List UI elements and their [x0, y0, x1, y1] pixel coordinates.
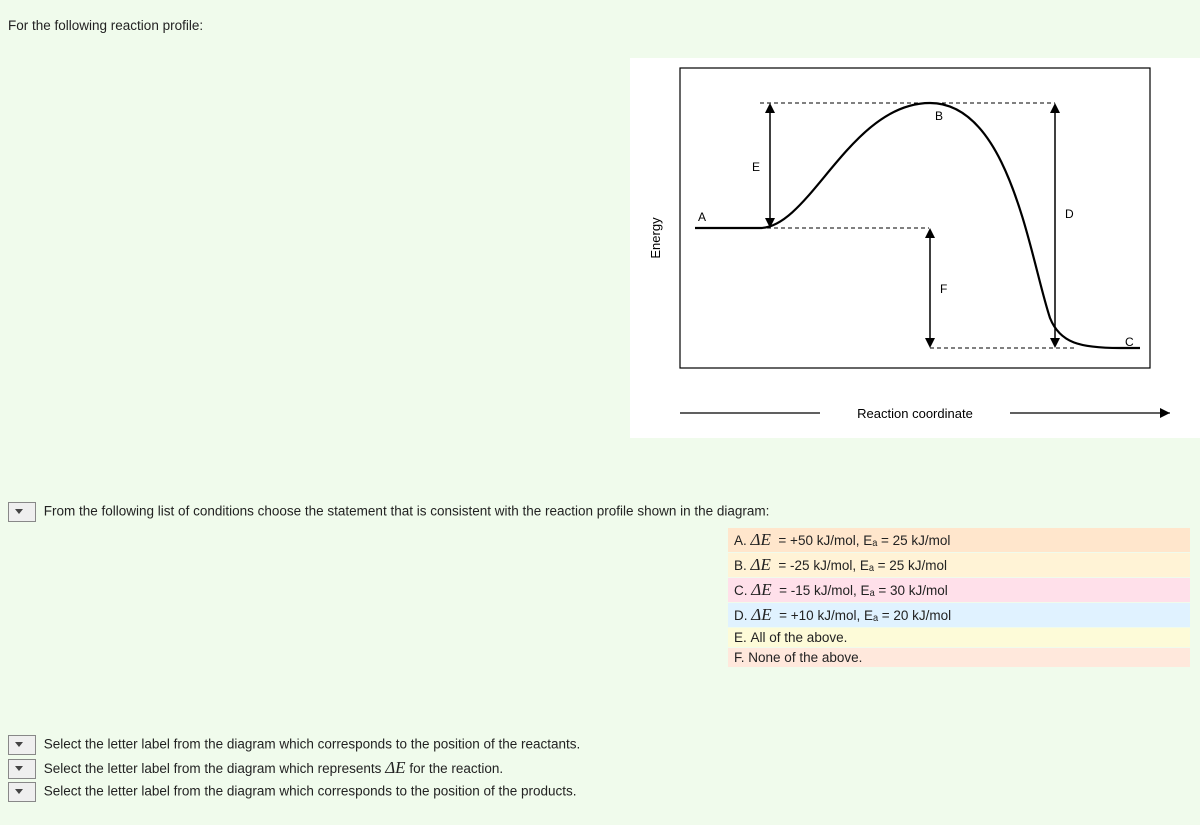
delta-e-symbol: ΔE	[385, 758, 405, 777]
chevron-down-icon	[15, 509, 23, 514]
q2-dropdown[interactable]	[8, 735, 36, 755]
label-B: B	[935, 109, 943, 123]
reaction-profile-diagram: Energy Reaction coordinate E F D A B	[630, 58, 1200, 438]
option-D: D. ΔE = +10 kJ/mol, Eₐ = 20 kJ/mol	[728, 603, 1190, 627]
answer-options: A. ΔE = +50 kJ/mol, Eₐ = 25 kJ/mol B. ΔE…	[728, 528, 1190, 667]
chevron-down-icon	[15, 742, 23, 747]
option-C: C. ΔE = -15 kJ/mol, Eₐ = 30 kJ/mol	[728, 578, 1190, 602]
question-3: Select the letter label from the diagram…	[8, 758, 580, 779]
label-D: D	[1065, 207, 1074, 221]
q3-text-pre: Select the letter label from the diagram…	[44, 761, 385, 776]
chevron-down-icon	[15, 789, 23, 794]
label-F: F	[940, 282, 947, 296]
question-4: Select the letter label from the diagram…	[8, 782, 580, 802]
q4-dropdown[interactable]	[8, 782, 36, 802]
option-F: F. None of the above.	[728, 648, 1190, 667]
label-A: A	[698, 210, 706, 224]
option-E: E. All of the above.	[728, 628, 1190, 647]
y-axis-label: Energy	[648, 217, 663, 259]
question-1: From the following list of conditions ch…	[8, 502, 1190, 522]
q2-text: Select the letter label from the diagram…	[44, 737, 581, 752]
chevron-down-icon	[15, 766, 23, 771]
q4-text: Select the letter label from the diagram…	[44, 784, 577, 799]
question-2: Select the letter label from the diagram…	[8, 735, 580, 755]
label-E: E	[752, 160, 760, 174]
q1-text: From the following list of conditions ch…	[44, 504, 770, 519]
option-A: A. ΔE = +50 kJ/mol, Eₐ = 25 kJ/mol	[728, 528, 1190, 552]
q3-text-post: for the reaction.	[409, 761, 503, 776]
label-C: C	[1125, 335, 1134, 349]
q3-dropdown[interactable]	[8, 759, 36, 779]
intro-prompt: For the following reaction profile:	[0, 0, 1200, 33]
option-B: B. ΔE = -25 kJ/mol, Eₐ = 25 kJ/mol	[728, 553, 1190, 577]
q1-dropdown[interactable]	[8, 502, 36, 522]
x-axis-label: Reaction coordinate	[857, 406, 973, 421]
